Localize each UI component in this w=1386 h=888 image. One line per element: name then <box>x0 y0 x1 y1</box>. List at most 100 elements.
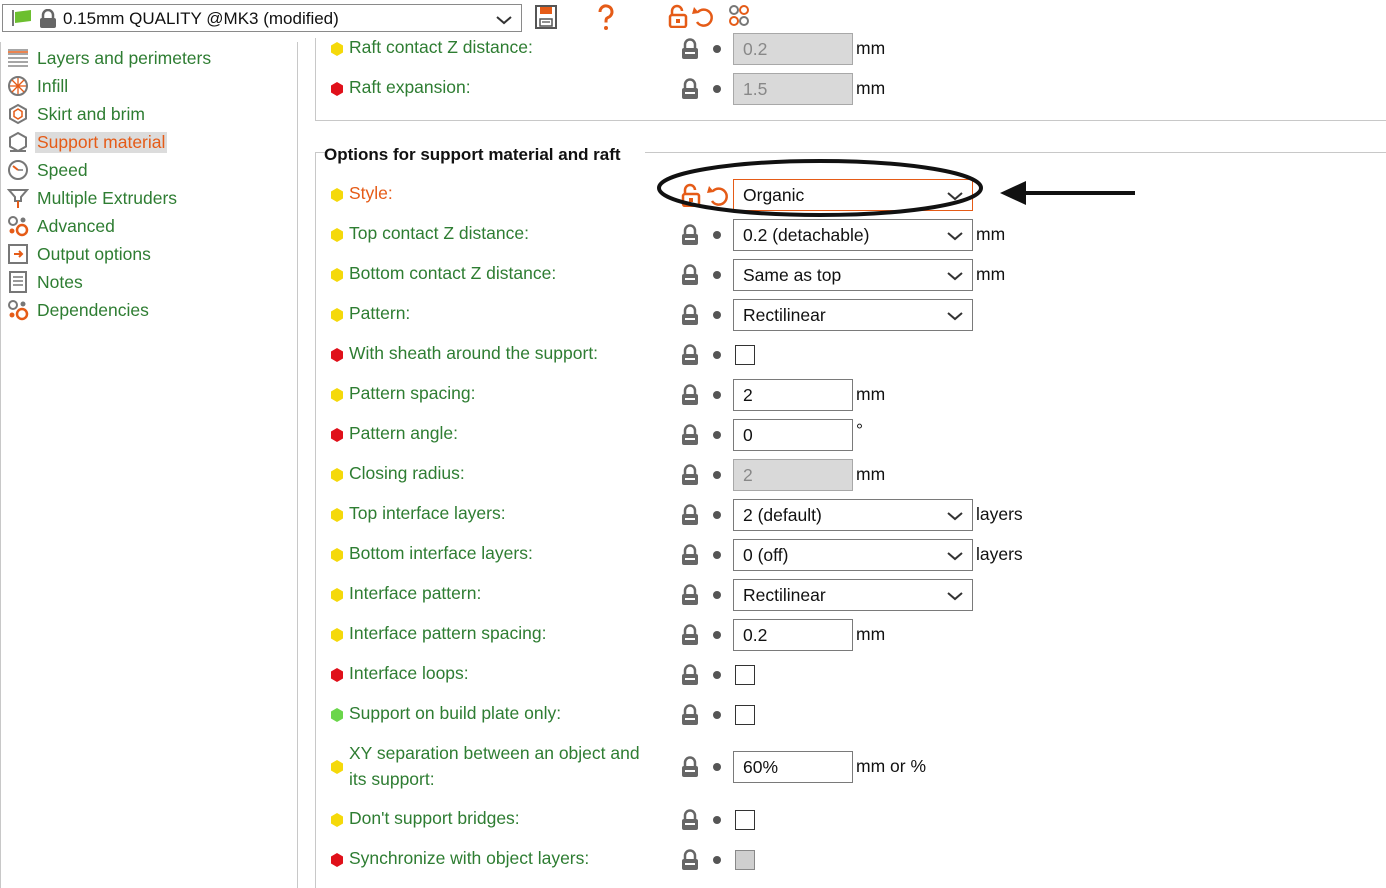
top-interface-layers-select[interactable]: 2 (default) <box>733 499 973 531</box>
dont-support-bridges-row: Don't support bridges: <box>300 802 1386 838</box>
pattern-angle-field[interactable]: 0 <box>733 419 853 451</box>
reset-dot-icon[interactable] <box>713 85 721 93</box>
lock-icon[interactable] <box>681 304 699 326</box>
undo-icon[interactable] <box>692 4 714 33</box>
xy-separation-field[interactable]: 60% <box>733 751 853 783</box>
dont-support-bridges-checkbox[interactable] <box>735 810 755 830</box>
reset-dot-icon[interactable] <box>713 856 721 864</box>
raft-expansion-field[interactable]: 1.5 <box>733 73 853 105</box>
reset-dot-icon[interactable] <box>713 471 721 479</box>
interface-pattern-spacing-field[interactable]: 0.2 <box>733 619 853 651</box>
reset-dot-icon[interactable] <box>713 816 721 824</box>
chevron-down-icon[interactable] <box>495 11 513 31</box>
raft-contact-z-field[interactable]: 0.2 <box>733 33 853 65</box>
interface-pattern-value: Rectilinear <box>743 585 826 605</box>
reset-dot-icon[interactable] <box>713 763 721 771</box>
interface-pattern-spacing-unit: mm <box>856 624 886 644</box>
chevron-down-icon[interactable] <box>946 270 964 282</box>
sidebar-item-speed[interactable]: Speed <box>7 157 90 183</box>
lock-icon[interactable] <box>681 78 699 100</box>
bottom-contact-z-select[interactable]: Same as top <box>733 259 973 291</box>
pattern-spacing-row: Pattern spacing: 2 mm <box>300 377 1386 413</box>
raft-expansion-unit: mm <box>856 78 886 98</box>
expert-mode-icon <box>331 82 343 96</box>
raft-expansion-row: Raft expansion: 1.5 mm <box>300 71 1386 107</box>
reset-dot-icon[interactable] <box>713 431 721 439</box>
sidebar-item-infill[interactable]: Infill <box>7 73 70 99</box>
simple-mode-icon <box>331 188 343 202</box>
lock-icon[interactable] <box>681 584 699 606</box>
top-contact-z-select[interactable]: 0.2 (detachable) <box>733 219 973 251</box>
chevron-down-icon[interactable] <box>946 510 964 522</box>
sidebar-item-label: Skirt and brim <box>37 103 145 124</box>
reset-dot-icon[interactable] <box>713 231 721 239</box>
output-icon <box>7 243 29 265</box>
sidebar-item-skirt-and-brim[interactable]: Skirt and brim <box>7 101 147 127</box>
sidebar-item-label: Support material <box>35 131 168 153</box>
style-label: Style: <box>349 183 393 203</box>
lock-icon[interactable] <box>681 264 699 286</box>
reset-dot-icon[interactable] <box>713 45 721 53</box>
sync-layers-label: Synchronize with object layers: <box>349 848 590 868</box>
closing-radius-field[interactable]: 2 <box>733 459 853 491</box>
lock-icon[interactable] <box>681 464 699 486</box>
interface-pattern-spacing-row: Interface pattern spacing: 0.2 mm <box>300 617 1386 653</box>
layers-icon <box>7 47 29 69</box>
extruders-icon <box>7 187 29 209</box>
sidebar-item-notes[interactable]: Notes <box>7 269 85 295</box>
simple-mode-icon <box>331 42 343 56</box>
sidebar-item-multiple-extruders[interactable]: Multiple Extruders <box>7 185 179 211</box>
reset-dot-icon[interactable] <box>713 271 721 279</box>
build-plate-only-checkbox[interactable] <box>735 705 755 725</box>
lock-icon[interactable] <box>681 704 699 726</box>
lock-icon[interactable] <box>681 664 699 686</box>
lock-icon[interactable] <box>681 224 699 246</box>
chevron-down-icon[interactable] <box>946 230 964 242</box>
lock-icon[interactable] <box>681 544 699 566</box>
preset-selector[interactable]: 0.15mm QUALITY @MK3 (modified) <box>2 4 522 32</box>
bottom-interface-layers-value: 0 (off) <box>743 545 789 565</box>
reset-dot-icon[interactable] <box>713 551 721 559</box>
sidebar-item-output-options[interactable]: Output options <box>7 241 153 267</box>
lock-icon[interactable] <box>681 756 699 778</box>
lock-icon[interactable] <box>681 384 699 406</box>
chevron-down-icon[interactable] <box>946 590 964 602</box>
sync-layers-checkbox[interactable] <box>735 850 755 870</box>
reset-dot-icon[interactable] <box>713 631 721 639</box>
sidebar-item-layers-and-perimeters[interactable]: Layers and perimeters <box>7 45 213 71</box>
reset-dot-icon[interactable] <box>713 391 721 399</box>
lock-icon[interactable] <box>681 809 699 831</box>
lock-icon[interactable] <box>681 504 699 526</box>
reset-dot-icon[interactable] <box>713 711 721 719</box>
reset-dot-icon[interactable] <box>713 511 721 519</box>
interface-loops-checkbox[interactable] <box>735 665 755 685</box>
unlock-icon[interactable] <box>668 4 688 33</box>
reset-dot-icon[interactable] <box>713 671 721 679</box>
raft-group-border-bottom <box>315 120 1386 121</box>
chevron-down-icon[interactable] <box>946 310 964 322</box>
simple-mode-icon <box>331 228 343 242</box>
lock-icon[interactable] <box>681 424 699 446</box>
sheath-checkbox[interactable] <box>735 345 755 365</box>
lock-icon[interactable] <box>681 38 699 60</box>
lock-icon[interactable] <box>681 344 699 366</box>
bottom-interface-layers-select[interactable]: 0 (off) <box>733 539 973 571</box>
reset-dot-icon[interactable] <box>713 311 721 319</box>
interface-loops-row: Interface loops: <box>300 657 1386 693</box>
chevron-down-icon[interactable] <box>946 550 964 562</box>
sidebar-item-support-material[interactable]: Support material <box>7 129 168 155</box>
sidebar-item-dependencies[interactable]: Dependencies <box>7 297 151 323</box>
pattern-spacing-field[interactable]: 2 <box>733 379 853 411</box>
sidebar-item-label: Infill <box>37 75 69 96</box>
sidebar-item-label: Output options <box>37 243 151 264</box>
simple-mode-icon <box>331 813 343 827</box>
lock-icon[interactable] <box>681 849 699 871</box>
reset-dot-icon[interactable] <box>713 591 721 599</box>
interface-loops-label: Interface loops: <box>349 663 469 683</box>
lock-icon[interactable] <box>681 624 699 646</box>
compare-icon[interactable] <box>728 4 750 33</box>
reset-dot-icon[interactable] <box>713 351 721 359</box>
interface-pattern-select[interactable]: Rectilinear <box>733 579 973 611</box>
pattern-select[interactable]: Rectilinear <box>733 299 973 331</box>
sidebar-item-advanced[interactable]: Advanced <box>7 213 117 239</box>
